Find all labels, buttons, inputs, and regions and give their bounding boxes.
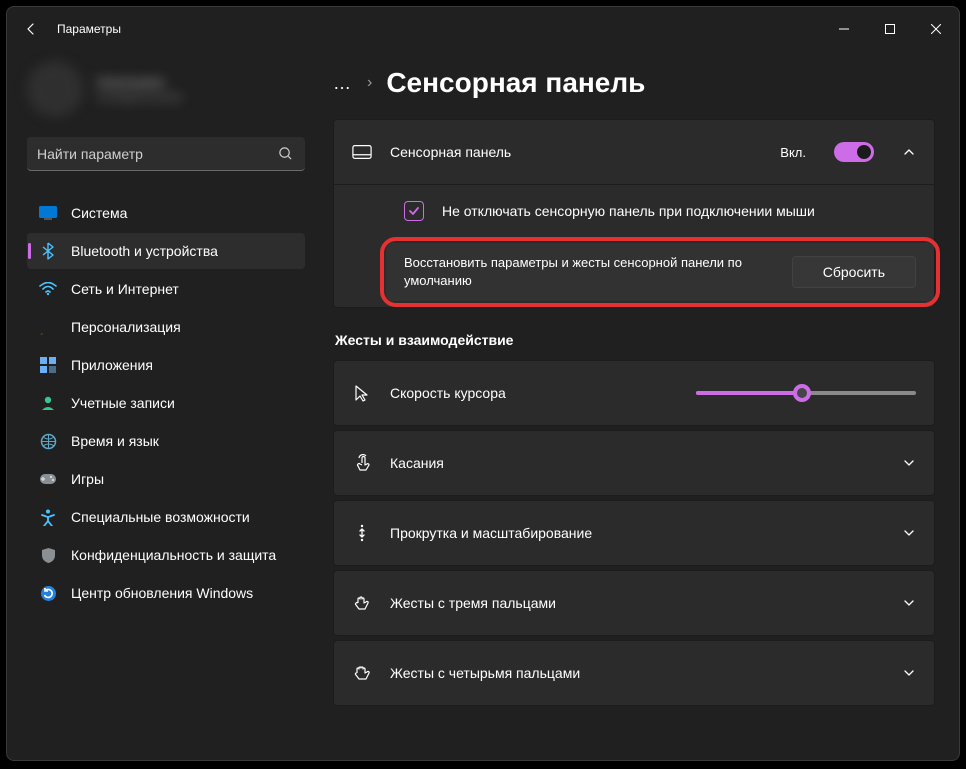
gestures-heading: Жесты и взаимодействие — [335, 332, 935, 348]
tap-icon — [352, 453, 372, 473]
taps-card[interactable]: Касания — [333, 430, 935, 496]
sidebar-item-accounts[interactable]: Учетные записи — [27, 385, 305, 421]
scroll-icon — [352, 523, 372, 543]
main-content: … › Сенсорная панель Сенсорная панель Вк… — [317, 51, 959, 760]
three-finger-card[interactable]: Жесты с тремя пальцами — [333, 570, 935, 636]
chevron-down-icon — [902, 596, 916, 610]
hand-icon — [352, 593, 372, 613]
chevron-up-icon — [902, 145, 916, 159]
sidebar: Username email@example Система Bluetooth… — [7, 51, 317, 760]
sidebar-item-label: Время и язык — [71, 433, 159, 449]
keep-on-mouse-label: Не отключать сенсорную панель при подклю… — [442, 203, 815, 219]
sidebar-item-accessibility[interactable]: Специальные возможности — [27, 499, 305, 535]
update-icon — [39, 584, 57, 602]
gamepad-icon — [39, 470, 57, 488]
sidebar-item-system[interactable]: Система — [27, 195, 305, 231]
touchpad-icon — [352, 142, 372, 162]
sidebar-item-label: Игры — [71, 471, 104, 487]
chevron-right-icon: › — [367, 74, 372, 92]
keep-on-mouse-row[interactable]: Не отключать сенсорную панель при подклю… — [386, 185, 934, 237]
settings-window: Параметры Username email@example — [6, 6, 960, 761]
shield-icon — [39, 546, 57, 564]
sidebar-item-gaming[interactable]: Игры — [27, 461, 305, 497]
chevron-down-icon — [902, 456, 916, 470]
touchpad-toggle[interactable] — [834, 142, 874, 162]
close-button[interactable] — [913, 7, 959, 51]
touchpad-label: Сенсорная панель — [390, 144, 762, 160]
sidebar-item-personalization[interactable]: Персонализация — [27, 309, 305, 345]
chevron-down-icon — [902, 526, 916, 540]
scroll-zoom-card[interactable]: Прокрутка и масштабирование — [333, 500, 935, 566]
breadcrumb-parent[interactable]: … — [333, 73, 353, 94]
avatar — [27, 61, 83, 117]
account-header[interactable]: Username email@example — [27, 59, 305, 119]
cursor-speed-label: Скорость курсора — [390, 385, 678, 401]
sidebar-item-label: Специальные возможности — [71, 509, 250, 525]
sidebar-item-label: Центр обновления Windows — [71, 585, 253, 601]
sidebar-item-label: Сеть и Интернет — [71, 281, 179, 297]
keep-on-mouse-checkbox[interactable] — [404, 201, 424, 221]
accessibility-icon — [39, 508, 57, 526]
sidebar-item-apps[interactable]: Приложения — [27, 347, 305, 383]
person-icon — [39, 394, 57, 412]
apps-icon — [39, 356, 57, 374]
search-input[interactable] — [37, 146, 275, 162]
account-email: email@example — [97, 90, 183, 104]
back-button[interactable] — [21, 19, 41, 39]
reset-button[interactable]: Сбросить — [792, 256, 916, 288]
three-finger-label: Жесты с тремя пальцами — [390, 595, 884, 611]
toggle-state-label: Вкл. — [780, 145, 806, 160]
search-box[interactable] — [27, 137, 305, 171]
cursor-icon — [352, 383, 372, 403]
window-title: Параметры — [57, 22, 121, 36]
account-name: Username — [97, 74, 183, 90]
brush-icon — [39, 318, 57, 336]
reset-row: Восстановить параметры и жесты сенсорной… — [386, 243, 934, 301]
cursor-speed-slider[interactable] — [696, 383, 916, 403]
sidebar-item-label: Bluetooth и устройства — [71, 243, 218, 259]
touchpad-sub: Не отключать сенсорную панель при подклю… — [334, 184, 934, 307]
sidebar-item-network[interactable]: Сеть и Интернет — [27, 271, 305, 307]
minimize-button[interactable] — [821, 7, 867, 51]
four-finger-label: Жесты с четырьмя пальцами — [390, 665, 884, 681]
system-icon — [39, 204, 57, 222]
nav: Система Bluetooth и устройства Сеть и Ин… — [27, 195, 305, 611]
sidebar-item-update[interactable]: Центр обновления Windows — [27, 575, 305, 611]
maximize-button[interactable] — [867, 7, 913, 51]
four-finger-card[interactable]: Жесты с четырьмя пальцами — [333, 640, 935, 706]
chevron-down-icon — [902, 666, 916, 680]
sidebar-item-bluetooth[interactable]: Bluetooth и устройства — [27, 233, 305, 269]
sidebar-item-label: Персонализация — [71, 319, 181, 335]
search-icon — [275, 144, 295, 164]
scroll-zoom-label: Прокрутка и масштабирование — [390, 525, 884, 541]
reset-highlight: Восстановить параметры и жесты сенсорной… — [380, 237, 940, 307]
page-title: Сенсорная панель — [386, 67, 645, 99]
sidebar-item-label: Учетные записи — [71, 395, 175, 411]
breadcrumb: … › Сенсорная панель — [333, 67, 935, 99]
bluetooth-icon — [39, 242, 57, 260]
reset-description: Восстановить параметры и жесты сенсорной… — [404, 254, 774, 290]
sidebar-item-time[interactable]: Время и язык — [27, 423, 305, 459]
sidebar-item-label: Приложения — [71, 357, 153, 373]
hand-icon — [352, 663, 372, 683]
clock-globe-icon — [39, 432, 57, 450]
sidebar-item-label: Система — [71, 205, 127, 221]
cursor-speed-card[interactable]: Скорость курсора — [333, 360, 935, 426]
taps-label: Касания — [390, 455, 884, 471]
sidebar-item-label: Конфиденциальность и защита — [71, 547, 276, 563]
wifi-icon — [39, 280, 57, 298]
touchpad-row[interactable]: Сенсорная панель Вкл. — [334, 120, 934, 184]
titlebar: Параметры — [7, 7, 959, 51]
sidebar-item-privacy[interactable]: Конфиденциальность и защита — [27, 537, 305, 573]
touchpad-card: Сенсорная панель Вкл. Не отключать сенсо… — [333, 119, 935, 308]
